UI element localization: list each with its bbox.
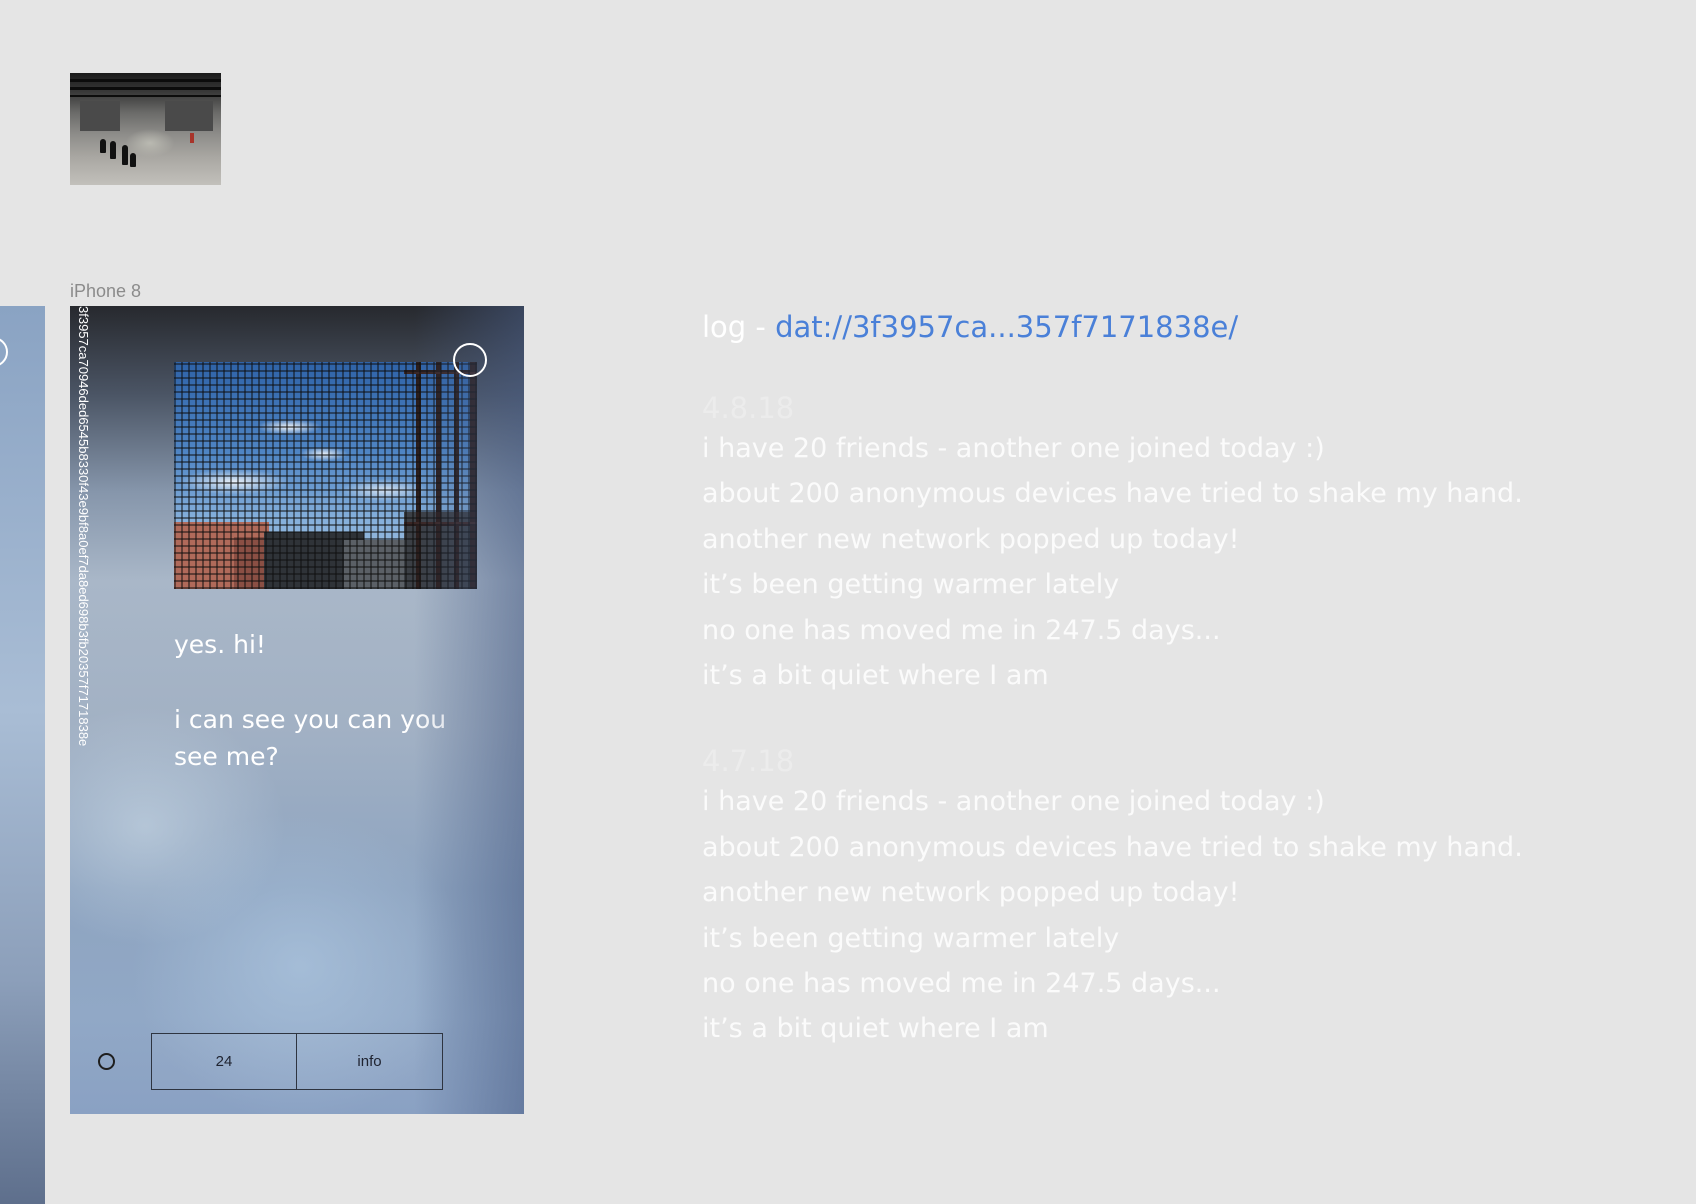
previous-artboard-edge [0,306,45,1204]
thumb-beam [70,87,221,90]
circle-icon[interactable] [98,1053,115,1070]
log-line: it’s been getting warmer lately [702,569,1120,601]
log-line: it’s a bit quiet where I am [702,1013,1049,1045]
log-line: another new network popped up today! [702,877,1240,909]
artboard-label: iPhone 8 [70,281,142,301]
thumb-person [110,141,116,159]
log-line: no one has moved me in 247.5 days... [702,614,1221,646]
log-entry-date: 4.8.18 [702,391,795,425]
thumb-wall [165,101,213,131]
photo-screen-mesh [174,362,477,589]
log-entry-date: 4.7.18 [702,744,795,779]
phone-screen: yes. hi! i can see you can you see me? 2… [70,306,524,1114]
circle-icon[interactable] [453,343,487,377]
log-line: it’s been getting warmer lately [702,922,1120,954]
log-line: i have 20 friends - another one joined t… [702,433,1325,464]
thumb-wall [80,101,120,131]
log-prefix: log - [702,310,776,344]
thumb-person [122,145,128,165]
thumb-red-object [190,133,194,143]
log-line: about 200 anonymous devices have tried t… [702,831,1523,863]
thumb-person [100,139,106,153]
thumb-beam [70,95,221,97]
dat-link[interactable]: dat://3f3957ca...357f7171838e/ [775,310,1238,344]
device-hash-vertical: 3f3957ca70946ded6545b8330f43e9bf8a0ef7da… [76,306,91,747]
thumb-beam [70,79,221,82]
thumb-person [130,153,136,167]
log-line: another new network popped up today! [702,523,1240,555]
message-text: i can see you can you see me? [174,705,447,771]
log-line: about 200 anonymous devices have tried t… [702,478,1523,510]
log-entry: 4.7.18 i have 20 friends - another one j… [702,743,1602,1051]
warehouse-thumbnail[interactable] [70,73,221,185]
log-line: no one has moved me in 247.5 days... [702,968,1221,1000]
log-title: log - dat://3f3957ca...357f7171838e/ [702,300,1602,354]
log-panel: log - dat://3f3957ca...357f7171838e/ 4.8… [702,300,1602,1052]
message-text: yes. hi! [174,630,266,659]
log-line: i have 20 friends - another one joined t… [702,786,1325,818]
count-button[interactable]: 24 [151,1033,297,1090]
log-line: it’s a bit quiet where I am [702,660,1049,692]
window-photo [174,362,477,589]
info-button[interactable]: info [296,1033,443,1090]
log-entry: 4.8.18 i have 20 friends - another one j… [702,390,1602,698]
